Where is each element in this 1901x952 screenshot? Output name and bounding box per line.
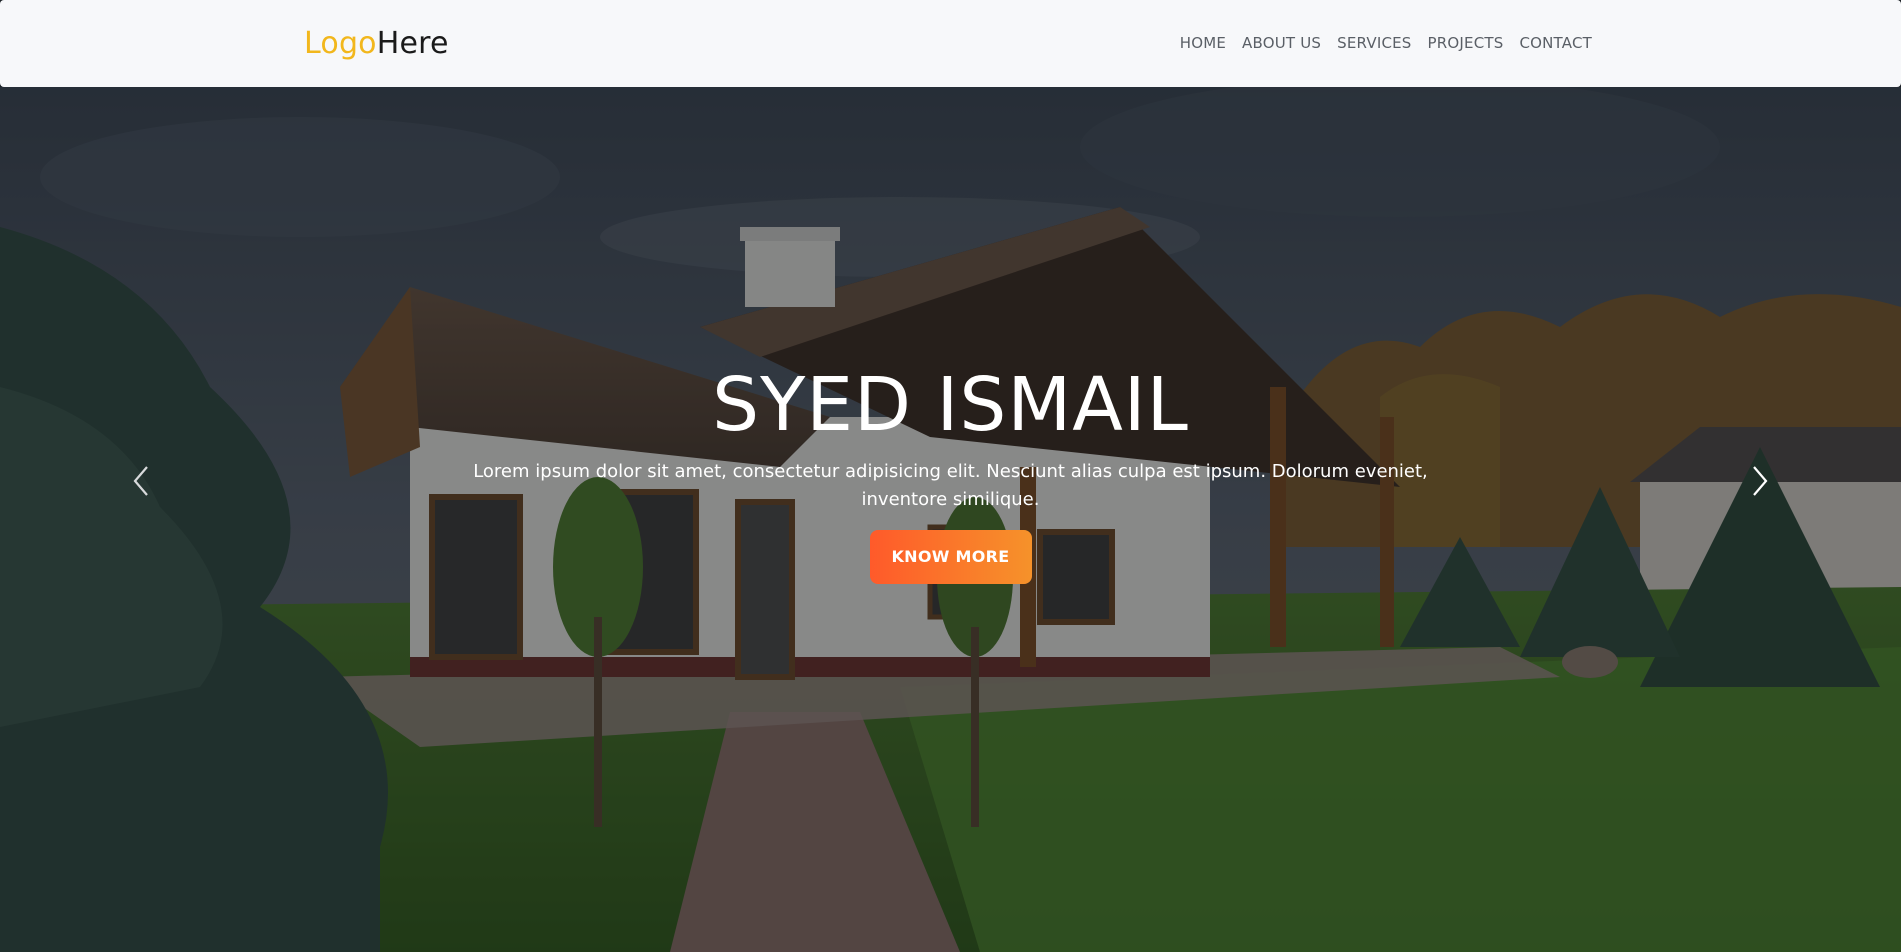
logo-part-here: Here (376, 26, 449, 61)
nav-home[interactable]: HOME (1180, 31, 1226, 55)
logo-part-logo: Logo (304, 26, 377, 61)
nav-projects[interactable]: PROJECTS (1428, 31, 1504, 55)
hero-carousel: SYED ISMAIL Lorem ipsum dolor sit amet, … (0, 87, 1901, 952)
hero-title: SYED ISMAIL (712, 362, 1189, 448)
nav-services[interactable]: SERVICES (1337, 31, 1411, 55)
main-nav: HOME ABOUT US SERVICES PROJECTS CONTACT (1180, 31, 1592, 55)
logo[interactable]: LogoHere (304, 24, 449, 64)
nav-about-us[interactable]: ABOUT US (1242, 31, 1321, 55)
nav-contact[interactable]: CONTACT (1519, 31, 1592, 55)
hero-caption: SYED ISMAIL Lorem ipsum dolor sit amet, … (0, 357, 1901, 584)
know-more-button[interactable]: KNOW MORE (869, 530, 1032, 584)
navbar: LogoHere HOME ABOUT US SERVICES PROJECTS… (0, 0, 1901, 87)
hero-text: Lorem ipsum dolor sit amet, consectetur … (473, 461, 1428, 510)
